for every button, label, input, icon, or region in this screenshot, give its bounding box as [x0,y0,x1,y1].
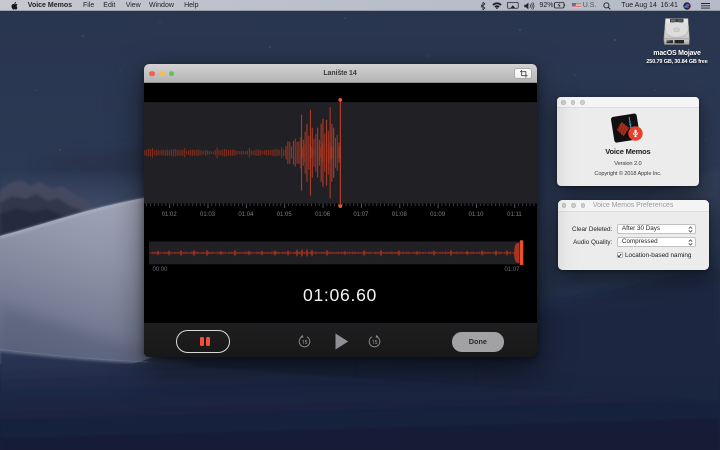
svg-text:01:07: 01:07 [353,211,369,217]
svg-text:01:04: 01:04 [238,211,254,217]
svg-text:01:02: 01:02 [161,211,177,217]
svg-text:01:08: 01:08 [391,211,407,217]
svg-text:01:09: 01:09 [430,211,446,217]
svg-text:01:05: 01:05 [276,211,292,217]
svg-text:01:10: 01:10 [468,211,484,217]
svg-text:01:11: 01:11 [507,211,522,217]
svg-text:01:06: 01:06 [315,211,331,217]
svg-text:01:03: 01:03 [199,211,215,217]
